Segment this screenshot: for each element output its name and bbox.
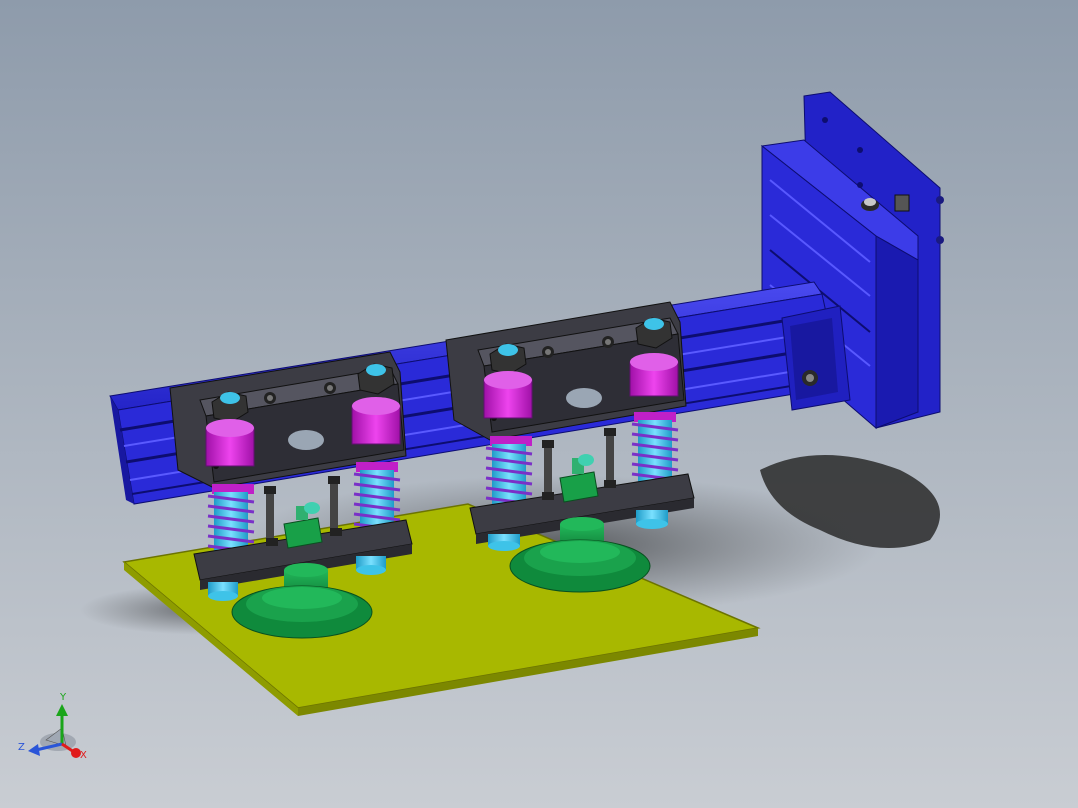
bushing-right-b (629, 353, 679, 397)
vacuum-fitting-right (559, 454, 599, 503)
x-axis-label: X (80, 750, 87, 761)
model-view[interactable]: Y Z X (0, 0, 1078, 808)
cad-viewport[interactable]: Y Z X (0, 0, 1078, 808)
coordinate-triad[interactable]: Y Z X (18, 692, 87, 761)
bushing-left-b (351, 397, 401, 445)
spring-left-a (207, 492, 255, 554)
spring-right-b (631, 420, 679, 484)
z-axis-label: Z (18, 742, 25, 753)
bushing-right-a (483, 371, 533, 419)
y-axis-label: Y (59, 692, 67, 703)
bushing-left-a (205, 419, 255, 467)
angle-bracket[interactable] (781, 305, 851, 411)
spring-right-a (485, 444, 533, 508)
